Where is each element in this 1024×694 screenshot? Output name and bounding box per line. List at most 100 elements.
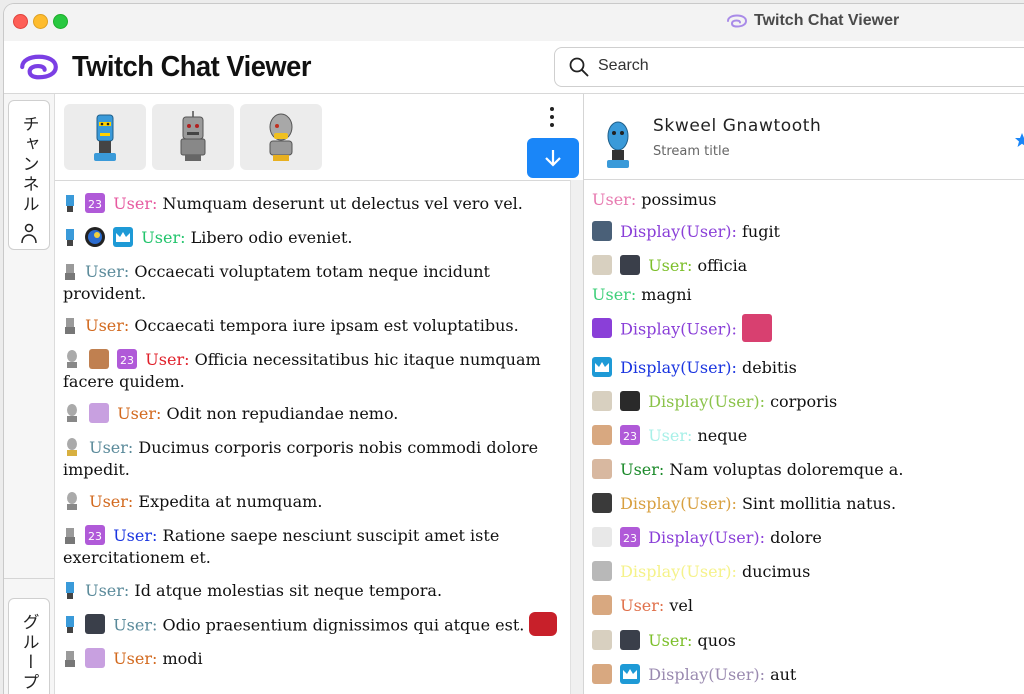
chat-text: Ducimus corporis corporis nobis commodi … — [63, 438, 539, 479]
scroll-to-bottom-button[interactable] — [527, 138, 579, 178]
streamer-name: Skweel Gnawtooth — [653, 116, 822, 136]
chat-username[interactable]: User: — [113, 649, 157, 668]
chat-message: User: magni — [592, 284, 1024, 306]
chat-username[interactable]: User: — [89, 492, 133, 511]
robot-badge-icon — [63, 525, 77, 545]
chat-message: Display(User): aut — [592, 663, 1024, 686]
left-chat-scrollbar[interactable] — [570, 180, 583, 694]
zoom-window-button[interactable] — [53, 14, 68, 29]
tab-channels-label: チャンネル — [18, 115, 39, 215]
avatar-badge-icon — [592, 424, 612, 445]
streamer-avatar-icon[interactable] — [598, 118, 638, 170]
chat-username[interactable]: User: — [89, 438, 133, 457]
chat-username[interactable]: User: — [141, 228, 185, 247]
chat-username[interactable]: Display(User): — [620, 320, 737, 339]
chat-text: Nam voluptas doloremque a. — [669, 460, 904, 479]
chat-username[interactable]: Display(User): — [620, 358, 737, 377]
chat-pane-right: Skweel Gnawtooth Stream title User: poss… — [583, 94, 1024, 694]
crown-badge-icon — [592, 356, 612, 377]
robot-badge-icon — [63, 437, 81, 457]
avatar-badge-icon — [592, 594, 612, 615]
chat-text: magni — [641, 285, 692, 304]
chat-username[interactable]: User: — [113, 616, 157, 635]
emote-icon — [741, 314, 772, 342]
helmet-badge-icon — [85, 614, 106, 634]
app-title: Twitch Chat Viewer — [72, 51, 311, 83]
sidebar: チャンネル グループ — [4, 94, 55, 694]
chat-message: User: vel — [592, 594, 1024, 617]
chat-username[interactable]: User: — [85, 262, 129, 281]
robot-badge-icon — [63, 614, 77, 634]
robot-badge-icon — [63, 648, 77, 668]
search-input[interactable]: Search — [554, 47, 1024, 87]
chat-text: Sint mollitia natus. — [741, 494, 897, 513]
chat-username[interactable]: User: — [113, 526, 157, 545]
more-options-icon[interactable] — [549, 106, 555, 128]
chat-message: 23 User: Ratione saepe nesciunt suscipit… — [63, 524, 563, 569]
robot-badge-icon — [63, 580, 77, 600]
chat-username[interactable]: User: — [85, 581, 129, 600]
svg-text:23: 23 — [88, 198, 102, 211]
robot-badge-icon — [63, 193, 77, 213]
chat-text: aut — [770, 665, 797, 684]
chat-username[interactable]: User: — [592, 285, 636, 304]
favorite-star-icon[interactable] — [1014, 132, 1024, 148]
chat-message: User: Occaecati tempora iure ipsam est v… — [63, 315, 563, 337]
robot-badge-icon — [63, 227, 77, 247]
chat-message: User: Ducimus corporis corporis nobis co… — [63, 437, 563, 481]
arrow-down-icon — [545, 150, 561, 167]
meat-emote-icon — [529, 612, 558, 636]
chat-username[interactable]: Display(User): — [648, 665, 765, 684]
avatar-badge-icon — [592, 390, 612, 411]
chat-username[interactable]: Display(User): — [648, 392, 765, 411]
chat-message: Display(User): corporis — [592, 390, 1024, 413]
robot-avatar-icon — [180, 111, 206, 161]
chat-text: ducimus — [741, 562, 811, 581]
chat-username[interactable]: User: — [648, 426, 692, 445]
crown-badge-icon — [113, 226, 134, 247]
chat-text: vel — [669, 596, 694, 615]
chat-username[interactable]: Display(User): — [620, 494, 737, 513]
channel-thumbnail[interactable] — [152, 104, 234, 170]
tab-channels[interactable]: チャンネル — [8, 100, 50, 250]
chat-pane-left: 23 User: Numquam deserunt ut delectus ve… — [55, 94, 583, 694]
tab-groups[interactable]: グループ — [8, 598, 50, 694]
minimize-window-button[interactable] — [33, 14, 48, 29]
chat-message: Display(User): — [592, 314, 1024, 344]
chat-message: Display(User): fugit — [592, 220, 1024, 243]
chat-text: Numquam deserunt ut delectus vel vero ve… — [162, 194, 523, 213]
close-window-button[interactable] — [13, 14, 28, 29]
chat-username[interactable]: User: — [620, 460, 664, 479]
chat-text: Libero odio eveniet. — [190, 228, 353, 247]
cat-badge-icon — [592, 526, 612, 547]
chat-text: Occaecati tempora iure ipsam est volupta… — [134, 316, 519, 335]
stream-header: Skweel Gnawtooth Stream title — [584, 94, 1024, 180]
face-badge-icon — [89, 348, 110, 369]
chat-message: Display(User): Sint mollitia natus. — [592, 492, 1024, 515]
chat-username[interactable]: User: — [117, 404, 161, 423]
chat-text: quos — [697, 631, 736, 650]
brand-logo-icon — [20, 54, 58, 80]
channel-thumbnail[interactable] — [240, 104, 322, 170]
chat-username[interactable]: User: — [648, 256, 692, 275]
channel-thumbnail[interactable] — [64, 104, 146, 170]
chat-text: neque — [697, 426, 748, 445]
chat-username[interactable]: User: — [592, 190, 636, 209]
window-title: Twitch Chat Viewer — [726, 12, 899, 30]
chat-username[interactable]: User: — [648, 631, 692, 650]
chat-username[interactable]: Display(User): — [648, 528, 765, 547]
diamond-badge-icon — [592, 220, 612, 241]
chat-username[interactable]: Display(User): — [620, 562, 737, 581]
diamond-badge-icon — [592, 318, 612, 338]
emote-badge-icon — [85, 647, 106, 668]
svg-text:23: 23 — [623, 430, 637, 443]
chat-username[interactable]: Display(User): — [620, 222, 737, 241]
sidebar-divider — [4, 578, 54, 579]
chat-text: possimus — [641, 190, 717, 209]
sub-badge-icon: 23 — [620, 526, 641, 547]
chat-username[interactable]: User: — [85, 316, 129, 335]
chat-username[interactable]: User: — [145, 350, 189, 369]
chat-username[interactable]: User: — [113, 194, 157, 213]
chat-username[interactable]: User: — [620, 596, 664, 615]
chat-message: Display(User): ducimus — [592, 560, 1024, 583]
